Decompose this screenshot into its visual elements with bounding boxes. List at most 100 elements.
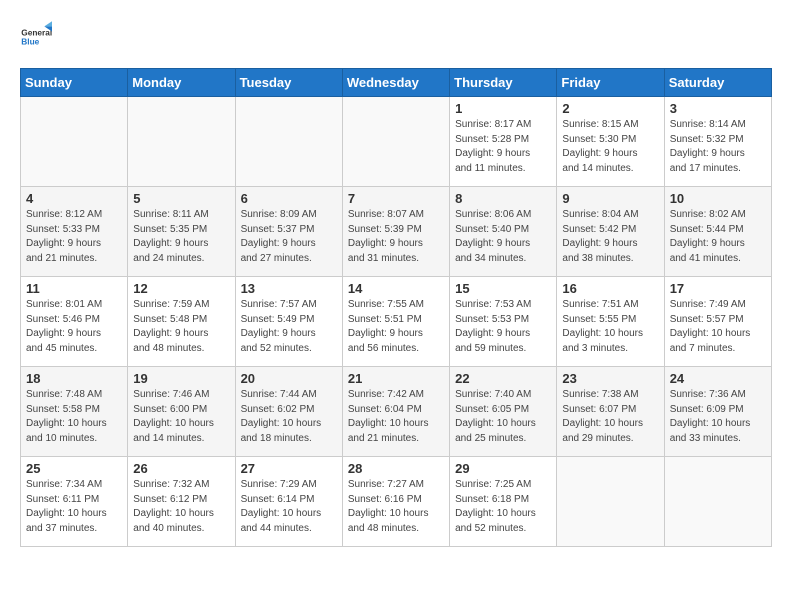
day-info: Sunrise: 7:57 AM Sunset: 5:49 PM Dayligh… bbox=[241, 298, 337, 356]
calendar-cell: 13 Sunrise: 7:57 AM Sunset: 5:49 PM Dayli… bbox=[235, 277, 342, 367]
calendar-cell: 10 Sunrise: 8:02 AM Sunset: 5:44 PM Dayli… bbox=[664, 187, 771, 277]
day-info: Sunrise: 7:25 AM Sunset: 6:18 PM Dayligh… bbox=[455, 478, 551, 536]
calendar-cell: 27 Sunrise: 7:29 AM Sunset: 6:14 PM Dayli… bbox=[235, 457, 342, 547]
week-row-5: 25 Sunrise: 7:34 AM Sunset: 6:11 PM Dayli… bbox=[21, 457, 772, 547]
day-header-friday: Friday bbox=[557, 69, 664, 97]
day-number: 4 bbox=[26, 191, 122, 206]
day-number: 2 bbox=[562, 101, 658, 116]
day-info: Sunrise: 7:38 AM Sunset: 6:07 PM Dayligh… bbox=[562, 388, 658, 446]
day-header-saturday: Saturday bbox=[664, 69, 771, 97]
day-info: Sunrise: 8:06 AM Sunset: 5:40 PM Dayligh… bbox=[455, 208, 551, 266]
logo: General Blue bbox=[20, 20, 52, 52]
calendar-cell bbox=[557, 457, 664, 547]
day-info: Sunrise: 7:40 AM Sunset: 6:05 PM Dayligh… bbox=[455, 388, 551, 446]
calendar-cell bbox=[664, 457, 771, 547]
day-info: Sunrise: 8:14 AM Sunset: 5:32 PM Dayligh… bbox=[670, 118, 766, 176]
calendar-cell: 28 Sunrise: 7:27 AM Sunset: 6:16 PM Dayli… bbox=[342, 457, 449, 547]
day-info: Sunrise: 7:48 AM Sunset: 5:58 PM Dayligh… bbox=[26, 388, 122, 446]
calendar-cell: 22 Sunrise: 7:40 AM Sunset: 6:05 PM Dayli… bbox=[450, 367, 557, 457]
day-info: Sunrise: 7:42 AM Sunset: 6:04 PM Dayligh… bbox=[348, 388, 444, 446]
day-info: Sunrise: 7:55 AM Sunset: 5:51 PM Dayligh… bbox=[348, 298, 444, 356]
calendar-cell: 6 Sunrise: 8:09 AM Sunset: 5:37 PM Daylig… bbox=[235, 187, 342, 277]
day-info: Sunrise: 8:12 AM Sunset: 5:33 PM Dayligh… bbox=[26, 208, 122, 266]
calendar-table: SundayMondayTuesdayWednesdayThursdayFrid… bbox=[20, 68, 772, 547]
day-info: Sunrise: 7:44 AM Sunset: 6:02 PM Dayligh… bbox=[241, 388, 337, 446]
calendar-cell: 14 Sunrise: 7:55 AM Sunset: 5:51 PM Dayli… bbox=[342, 277, 449, 367]
calendar-cell: 21 Sunrise: 7:42 AM Sunset: 6:04 PM Dayli… bbox=[342, 367, 449, 457]
calendar-cell bbox=[342, 97, 449, 187]
day-number: 10 bbox=[670, 191, 766, 206]
calendar-cell bbox=[128, 97, 235, 187]
calendar-cell: 15Sunrise: 7:53 AM Sunset: 5:53 PM Dayli… bbox=[450, 277, 557, 367]
day-info: Sunrise: 8:07 AM Sunset: 5:39 PM Dayligh… bbox=[348, 208, 444, 266]
calendar-cell bbox=[235, 97, 342, 187]
day-number: 28 bbox=[348, 461, 444, 476]
logo-icon: General Blue bbox=[20, 20, 52, 52]
calendar-cell: 11Sunrise: 8:01 AM Sunset: 5:46 PM Dayli… bbox=[21, 277, 128, 367]
day-number: 15 bbox=[455, 281, 551, 296]
week-row-2: 4 Sunrise: 8:12 AM Sunset: 5:33 PM Daylig… bbox=[21, 187, 772, 277]
calendar-cell: 1 Sunrise: 8:17 AM Sunset: 5:28 PM Daylig… bbox=[450, 97, 557, 187]
day-header-sunday: Sunday bbox=[21, 69, 128, 97]
day-info: Sunrise: 8:15 AM Sunset: 5:30 PM Dayligh… bbox=[562, 118, 658, 176]
day-number: 25 bbox=[26, 461, 122, 476]
calendar-cell: 25 Sunrise: 7:34 AM Sunset: 6:11 PM Dayli… bbox=[21, 457, 128, 547]
day-info: Sunrise: 7:29 AM Sunset: 6:14 PM Dayligh… bbox=[241, 478, 337, 536]
day-number: 14 bbox=[348, 281, 444, 296]
day-number: 8 bbox=[455, 191, 551, 206]
day-info: Sunrise: 8:04 AM Sunset: 5:42 PM Dayligh… bbox=[562, 208, 658, 266]
day-info: Sunrise: 8:02 AM Sunset: 5:44 PM Dayligh… bbox=[670, 208, 766, 266]
svg-text:Blue: Blue bbox=[21, 36, 39, 46]
day-info: Sunrise: 7:51 AM Sunset: 5:55 PM Dayligh… bbox=[562, 298, 658, 356]
day-number: 26 bbox=[133, 461, 229, 476]
day-header-wednesday: Wednesday bbox=[342, 69, 449, 97]
day-header-thursday: Thursday bbox=[450, 69, 557, 97]
calendar-cell: 16 Sunrise: 7:51 AM Sunset: 5:55 PM Dayli… bbox=[557, 277, 664, 367]
day-info: Sunrise: 7:32 AM Sunset: 6:12 PM Dayligh… bbox=[133, 478, 229, 536]
day-info: Sunrise: 7:49 AM Sunset: 5:57 PM Dayligh… bbox=[670, 298, 766, 356]
week-row-1: 1 Sunrise: 8:17 AM Sunset: 5:28 PM Daylig… bbox=[21, 97, 772, 187]
day-number: 24 bbox=[670, 371, 766, 386]
calendar-cell bbox=[21, 97, 128, 187]
calendar-cell: 4 Sunrise: 8:12 AM Sunset: 5:33 PM Daylig… bbox=[21, 187, 128, 277]
day-info: Sunrise: 7:34 AM Sunset: 6:11 PM Dayligh… bbox=[26, 478, 122, 536]
day-info: Sunrise: 8:09 AM Sunset: 5:37 PM Dayligh… bbox=[241, 208, 337, 266]
week-row-3: 11Sunrise: 8:01 AM Sunset: 5:46 PM Dayli… bbox=[21, 277, 772, 367]
day-number: 6 bbox=[241, 191, 337, 206]
day-info: Sunrise: 7:27 AM Sunset: 6:16 PM Dayligh… bbox=[348, 478, 444, 536]
day-number: 3 bbox=[670, 101, 766, 116]
day-info: Sunrise: 8:01 AM Sunset: 5:46 PM Dayligh… bbox=[26, 298, 122, 356]
calendar-cell: 19 Sunrise: 7:46 AM Sunset: 6:00 PM Dayli… bbox=[128, 367, 235, 457]
week-row-4: 18Sunrise: 7:48 AM Sunset: 5:58 PM Dayli… bbox=[21, 367, 772, 457]
calendar-cell: 20 Sunrise: 7:44 AM Sunset: 6:02 PM Dayli… bbox=[235, 367, 342, 457]
calendar-cell: 23Sunrise: 7:38 AM Sunset: 6:07 PM Dayli… bbox=[557, 367, 664, 457]
day-number: 16 bbox=[562, 281, 658, 296]
day-number: 22 bbox=[455, 371, 551, 386]
day-number: 20 bbox=[241, 371, 337, 386]
day-number: 17 bbox=[670, 281, 766, 296]
day-number: 27 bbox=[241, 461, 337, 476]
day-number: 19 bbox=[133, 371, 229, 386]
calendar-cell: 29 Sunrise: 7:25 AM Sunset: 6:18 PM Dayli… bbox=[450, 457, 557, 547]
page-header: General Blue bbox=[20, 20, 772, 52]
day-number: 13 bbox=[241, 281, 337, 296]
calendar-cell: 26 Sunrise: 7:32 AM Sunset: 6:12 PM Dayli… bbox=[128, 457, 235, 547]
calendar-cell: 18Sunrise: 7:48 AM Sunset: 5:58 PM Dayli… bbox=[21, 367, 128, 457]
day-number: 29 bbox=[455, 461, 551, 476]
calendar-cell: 9 Sunrise: 8:04 AM Sunset: 5:42 PM Daylig… bbox=[557, 187, 664, 277]
day-number: 9 bbox=[562, 191, 658, 206]
day-info: Sunrise: 7:46 AM Sunset: 6:00 PM Dayligh… bbox=[133, 388, 229, 446]
day-info: Sunrise: 8:17 AM Sunset: 5:28 PM Dayligh… bbox=[455, 118, 551, 176]
day-header-monday: Monday bbox=[128, 69, 235, 97]
day-number: 5 bbox=[133, 191, 229, 206]
day-info: Sunrise: 7:59 AM Sunset: 5:48 PM Dayligh… bbox=[133, 298, 229, 356]
day-number: 12 bbox=[133, 281, 229, 296]
day-number: 1 bbox=[455, 101, 551, 116]
calendar-cell: 5Sunrise: 8:11 AM Sunset: 5:35 PM Daylig… bbox=[128, 187, 235, 277]
calendar-cell: 2 Sunrise: 8:15 AM Sunset: 5:30 PM Daylig… bbox=[557, 97, 664, 187]
day-number: 21 bbox=[348, 371, 444, 386]
day-number: 7 bbox=[348, 191, 444, 206]
calendar-cell: 8 Sunrise: 8:06 AM Sunset: 5:40 PM Daylig… bbox=[450, 187, 557, 277]
calendar-cell: 12 Sunrise: 7:59 AM Sunset: 5:48 PM Dayli… bbox=[128, 277, 235, 367]
calendar-cell: 7 Sunrise: 8:07 AM Sunset: 5:39 PM Daylig… bbox=[342, 187, 449, 277]
